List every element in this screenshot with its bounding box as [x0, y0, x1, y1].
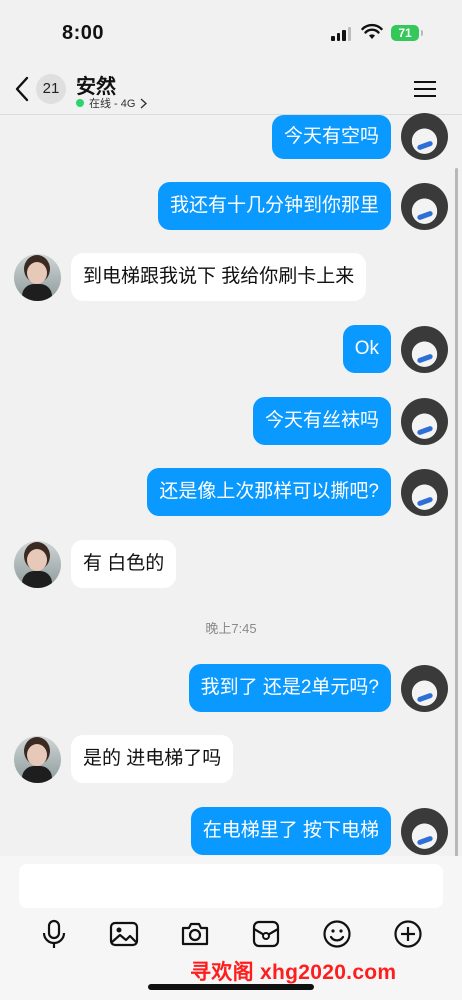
- my-avatar[interactable]: [401, 807, 448, 855]
- message-row-incoming: 到电梯跟我说下 我给你刷卡上来: [14, 253, 367, 301]
- emoji-icon[interactable]: [321, 918, 353, 950]
- message-bubble[interactable]: 今天有丝袜吗: [252, 397, 391, 445]
- plus-icon[interactable]: [392, 918, 424, 950]
- menu-icon[interactable]: [414, 80, 436, 98]
- chevron-right-icon: [140, 97, 148, 109]
- message-bubble[interactable]: 还是像上次那样可以撕吧?: [147, 468, 391, 516]
- image-icon[interactable]: [108, 918, 140, 950]
- battery-icon: 71: [391, 25, 419, 41]
- message-row-incoming: 是的 进电梯了吗: [14, 735, 234, 783]
- presence-text: 在线 - 4G: [89, 98, 136, 110]
- message-bubble[interactable]: Ok: [342, 325, 391, 373]
- my-avatar[interactable]: [401, 325, 448, 373]
- microphone-icon[interactable]: [38, 918, 70, 950]
- message-row-outgoing: Ok: [342, 325, 448, 373]
- message-bubble[interactable]: 有 白色的: [71, 540, 177, 588]
- red-packet-icon[interactable]: [250, 918, 282, 950]
- home-indicator[interactable]: [148, 984, 314, 990]
- message-bubble[interactable]: 到电梯跟我说下 我给你刷卡上来: [71, 253, 367, 301]
- wifi-icon: [361, 23, 383, 39]
- unread-count-badge[interactable]: 21: [36, 74, 66, 104]
- presence-status[interactable]: 在线 - 4G: [76, 95, 148, 111]
- message-row-incoming: 有 白色的: [14, 540, 177, 588]
- watermark: 寻欢阁 xhg2020.com: [190, 961, 397, 984]
- battery-tip: [421, 30, 423, 36]
- status-bar: 8:00 71: [0, 0, 462, 66]
- camera-icon[interactable]: [179, 918, 211, 950]
- status-time: 8:00: [62, 22, 105, 44]
- my-avatar[interactable]: [401, 468, 448, 516]
- message-bubble[interactable]: 今天有空吗: [271, 114, 391, 159]
- my-avatar[interactable]: [401, 664, 448, 712]
- composer: 寻欢阁 xhg2020.com: [0, 856, 462, 1000]
- back-chevron-icon[interactable]: [14, 76, 30, 102]
- message-input[interactable]: [19, 864, 443, 908]
- cellular-signal-icon: [331, 27, 351, 41]
- contact-avatar[interactable]: [14, 735, 61, 783]
- message-bubble[interactable]: 在电梯里了 按下电梯: [190, 807, 391, 855]
- message-row-outgoing: 还是像上次那样可以撕吧?: [147, 468, 448, 516]
- message-bubble[interactable]: 是的 进电梯了吗: [71, 735, 234, 783]
- contact-avatar[interactable]: [14, 540, 61, 588]
- my-avatar[interactable]: [401, 397, 448, 445]
- message-row-outgoing: 在电梯里了 按下电梯: [190, 807, 448, 855]
- my-avatar[interactable]: [401, 113, 448, 160]
- online-dot-icon: [76, 99, 84, 107]
- my-avatar[interactable]: [401, 182, 448, 230]
- chat-header: 21 安然 在线 - 4G: [0, 66, 462, 115]
- composer-toolbar: [0, 918, 462, 950]
- message-timestamp: 晚上7:45: [205, 621, 257, 636]
- message-row-outgoing: 今天有丝袜吗: [252, 397, 448, 445]
- message-row-outgoing: 今天有空吗: [271, 113, 448, 160]
- message-row-outgoing: 我到了 还是2单元吗?: [188, 664, 448, 712]
- scrollbar[interactable]: [455, 168, 458, 858]
- contact-avatar[interactable]: [14, 253, 61, 301]
- message-row-outgoing: 我还有十几分钟到你那里: [157, 182, 448, 230]
- message-bubble[interactable]: 我还有十几分钟到你那里: [157, 182, 391, 230]
- message-bubble[interactable]: 我到了 还是2单元吗?: [188, 664, 391, 712]
